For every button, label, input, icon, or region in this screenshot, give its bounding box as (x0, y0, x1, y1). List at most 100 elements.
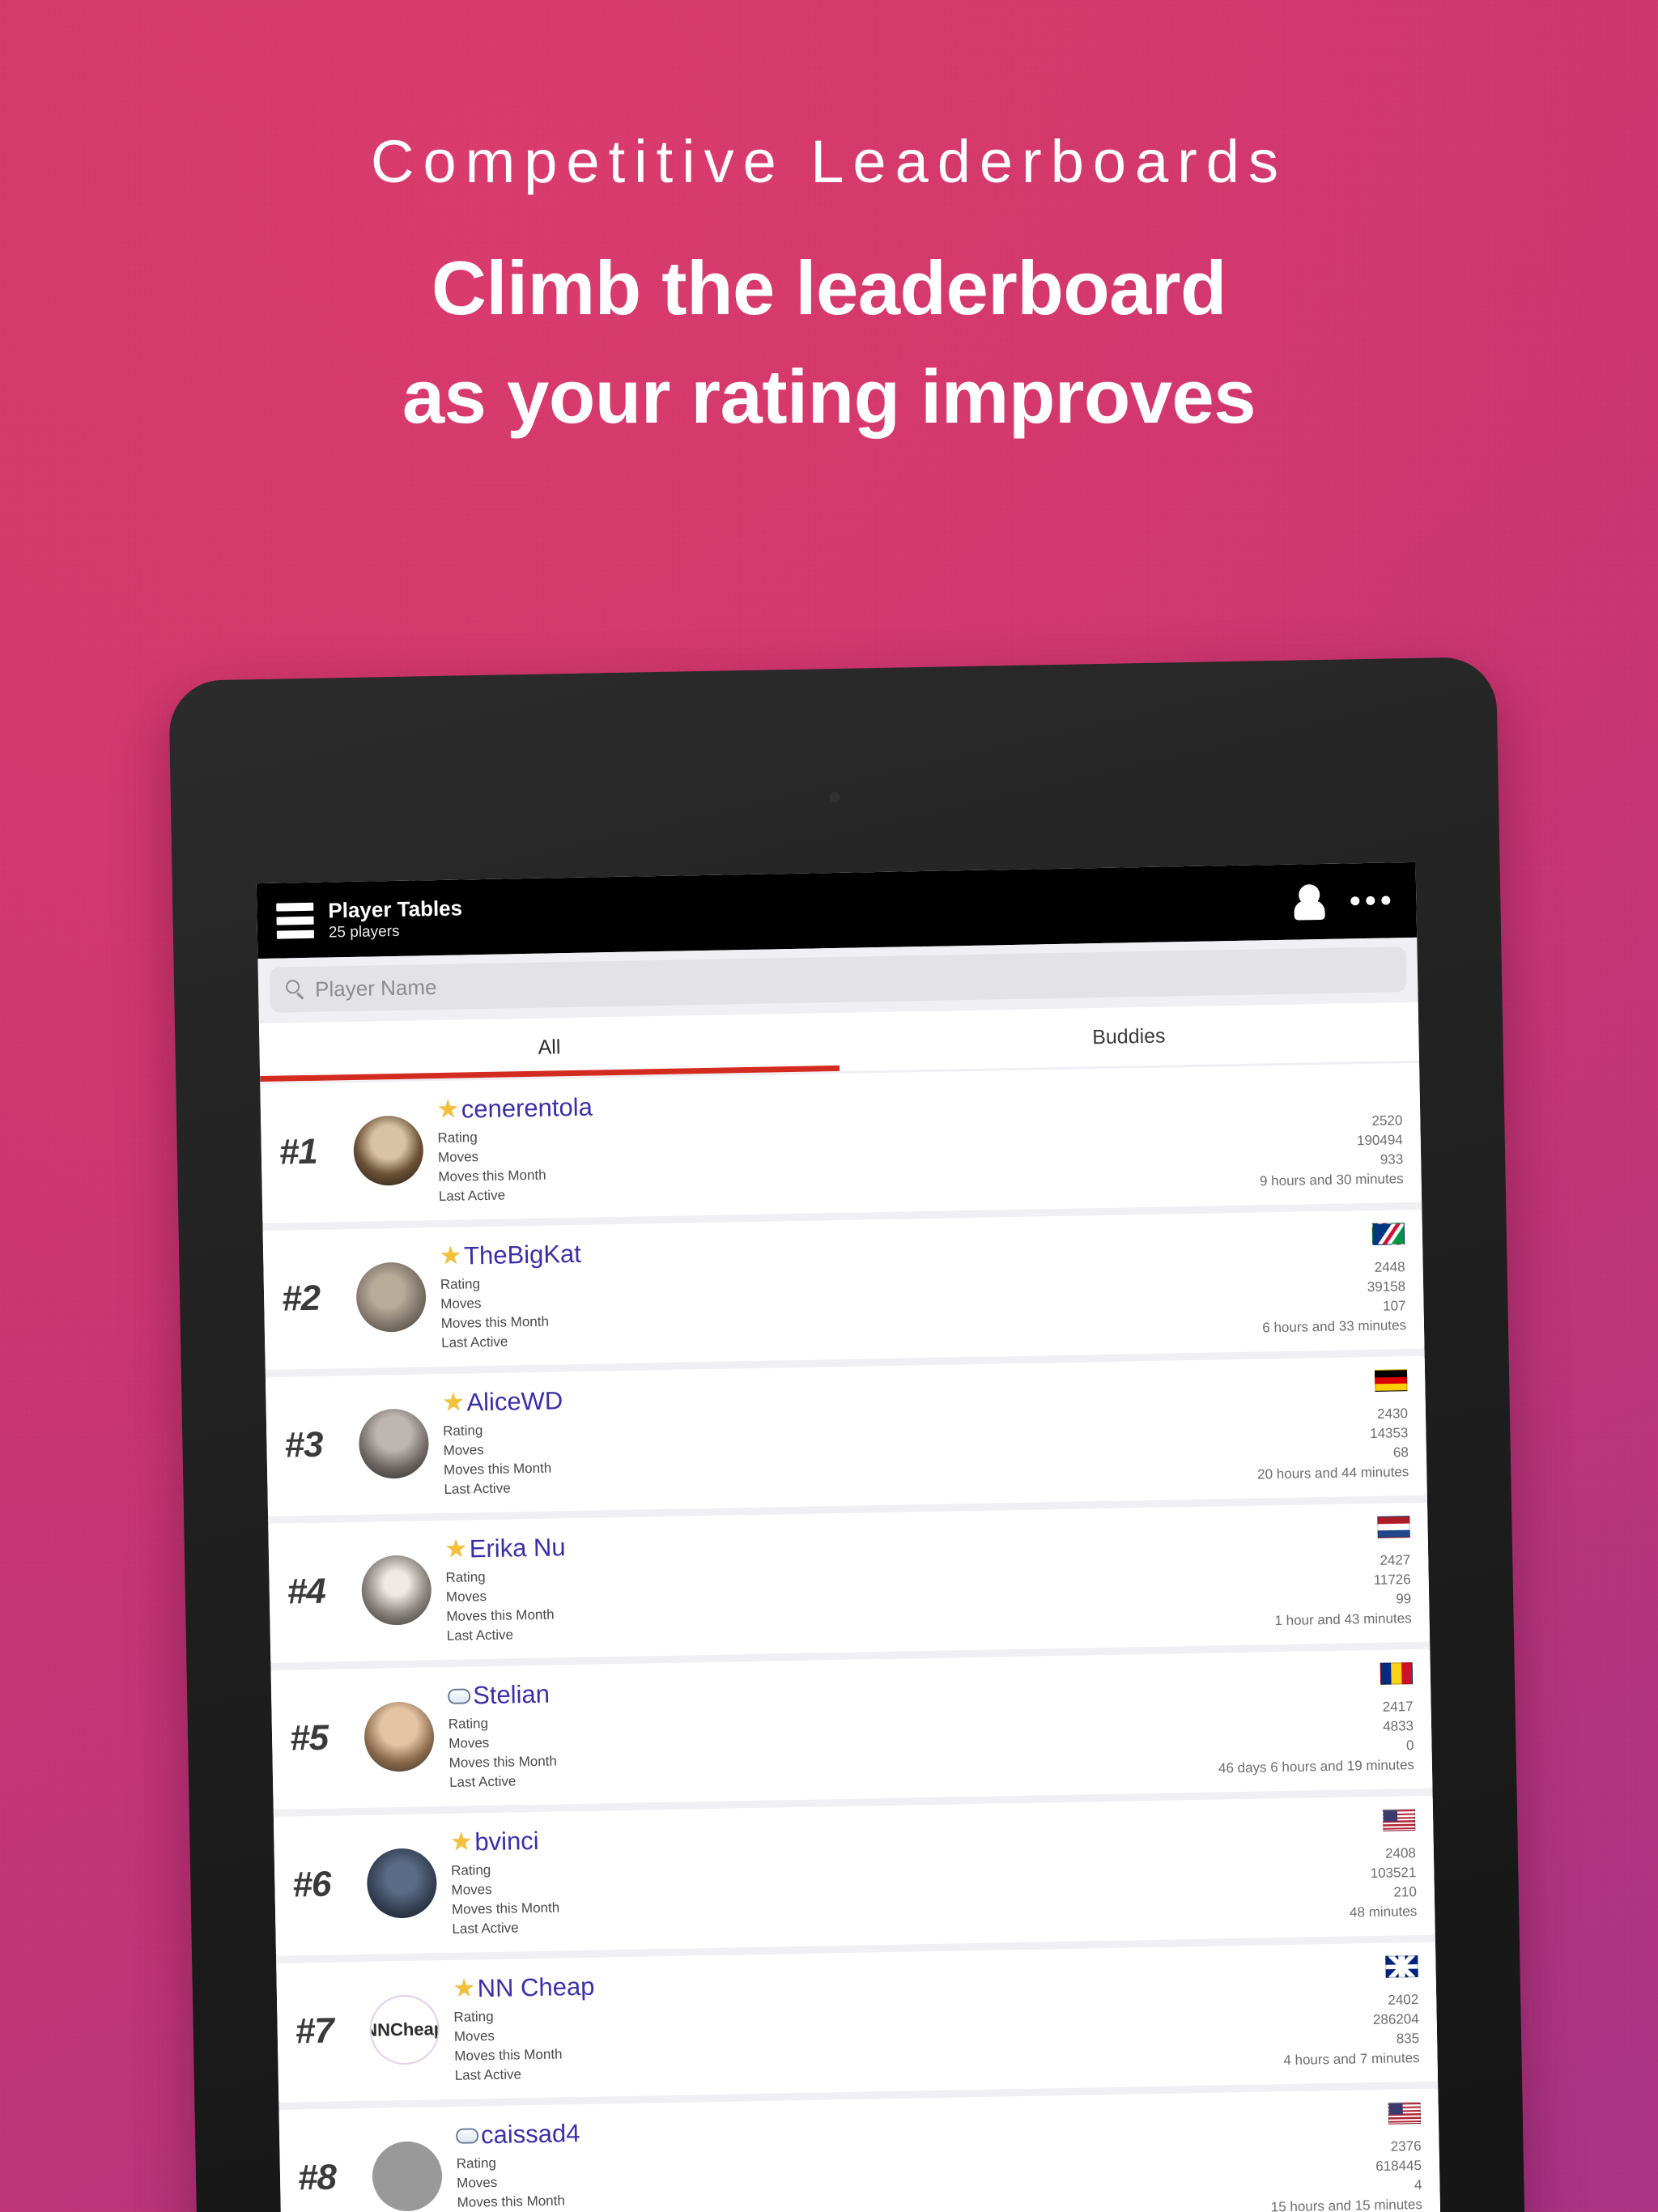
player-rank: #8 (297, 2157, 337, 2198)
stat-label: Moves (449, 1734, 490, 1751)
table-row[interactable]: #8 caissad4 Rating 2376 Moves 618445 Moves thi… (278, 2088, 1441, 2212)
player-name[interactable]: cenerentola (461, 1093, 593, 1125)
avatar[interactable] (358, 1408, 430, 1479)
player-rank: #3 (284, 1424, 323, 1465)
person-icon[interactable] (1290, 882, 1329, 921)
player-info: ★ cenerentola Rating 2520 Moves 190494 Moves t… (437, 1076, 1404, 1205)
tab-buddies[interactable]: Buddies (839, 1002, 1419, 1071)
stat-value: 2402 (1388, 1992, 1419, 2008)
stat-value: 68 (1392, 1444, 1409, 1461)
country-flag-icon (1377, 1516, 1410, 1538)
avatar[interactable] (360, 1555, 432, 1626)
stat-value: 190494 (1356, 1132, 1403, 1149)
stat-label: Last Active (449, 1773, 517, 1790)
stat-value: 0 (1405, 1738, 1414, 1754)
country-flag-icon (1388, 2101, 1422, 2125)
stat-label: Rating (450, 1861, 491, 1878)
hamburger-menu-icon[interactable] (276, 902, 314, 939)
stat-value: 107 (1382, 1298, 1406, 1314)
stat-value: 1 hour and 43 minutes (1274, 1610, 1412, 1629)
search-input[interactable]: Player Name (269, 946, 1407, 1013)
player-rank: #4 (287, 1571, 326, 1612)
stat-label: Last Active (441, 1334, 508, 1351)
country-flag-icon (1374, 1369, 1408, 1392)
stat-value: 2376 (1390, 2138, 1422, 2155)
player-info: ★ AliceWD Rating 2430 Moves 14353 Moves this M… (442, 1369, 1409, 1498)
player-name[interactable]: AliceWD (466, 1386, 563, 1417)
table-row[interactable]: #1 ★ cenerentola Rating 2520 Moves 190494 Moves… (260, 1062, 1422, 1224)
avatar[interactable] (366, 1848, 438, 1919)
table-row[interactable]: #2 ★ TheBigKat Rating 2448 Moves 39158 Moves th… (262, 1209, 1425, 1370)
stat-label: Last Active (454, 2066, 522, 2083)
player-name[interactable]: Erika Nu (469, 1533, 566, 1563)
stat-label: Moves this Month (438, 1167, 546, 1185)
player-stats: Rating2376Moves618445Moves this Month4La… (457, 2138, 1422, 2212)
player-info: ★ bvinci Rating 2408 Moves 103521 Moves this M… (450, 1809, 1417, 1938)
avatar[interactable] (372, 2141, 443, 2212)
promo-headline-line-2: as your rating improves (402, 354, 1256, 440)
stat-value: 2417 (1382, 1699, 1414, 1715)
avatar[interactable] (355, 1261, 427, 1333)
stat-label: Moves this Month (457, 2193, 566, 2210)
player-rank: #5 (289, 1717, 329, 1759)
stat-value: 4 (1414, 2176, 1422, 2193)
player-name[interactable]: caissad4 (481, 2119, 580, 2150)
stat-value: 15 hours and 15 minutes (1270, 2196, 1423, 2212)
player-name[interactable]: NN Cheap (477, 1972, 594, 2004)
stat-value: 11726 (1373, 1572, 1411, 1588)
stat-value: 286204 (1372, 2011, 1419, 2028)
stat-label: Moves (451, 1881, 492, 1898)
stat-label: Rating (456, 2155, 497, 2172)
player-name[interactable]: Stelian (473, 1680, 550, 1711)
player-stats: Rating 2402 Moves 286204 Moves this Month 835… (453, 1992, 1419, 2084)
star-badge-icon: ★ (436, 1095, 460, 1124)
stat-value: 39158 (1367, 1278, 1406, 1295)
table-row[interactable]: #5 Stelian Rating 2417 Moves 4833 Moves this M… (270, 1648, 1433, 1810)
avatar[interactable]: NN Cheap (368, 1994, 440, 2065)
player-list: #1 ★ cenerentola Rating 2520 Moves 190494 Moves… (260, 1060, 1443, 2212)
star-badge-icon: ★ (439, 1242, 462, 1270)
stat-value: 933 (1380, 1151, 1404, 1168)
app-header-actions (1290, 881, 1391, 921)
stat-label: Rating (448, 1716, 489, 1732)
player-stats: Rating 2417 Moves 4833 Moves this Month 0 Last… (449, 1699, 1414, 1791)
stat-label: Moves this Month (454, 2046, 563, 2064)
search-icon (285, 980, 305, 1000)
stat-value: 48 minutes (1349, 1904, 1418, 1921)
player-info: ★ NN Cheap Rating 2402 Moves 286204 Moves this… (453, 1955, 1419, 2084)
stat-value: 2430 (1376, 1406, 1409, 1422)
stat-label: Moves this Month (449, 1753, 558, 1771)
stat-label: Moves (437, 1149, 479, 1166)
stat-value: 210 (1393, 1884, 1417, 1900)
table-row[interactable]: #3 ★ AliceWD Rating 2430 Moves 14353 Moves this… (265, 1355, 1427, 1516)
star-badge-icon: ★ (442, 1389, 465, 1416)
stat-label: Moves this Month (446, 1606, 555, 1624)
avatar[interactable] (363, 1701, 435, 1772)
stat-label: Moves (453, 2027, 495, 2044)
stat-label: Rating (453, 2008, 494, 2025)
player-name[interactable]: bvinci (474, 1827, 539, 1857)
player-name[interactable]: TheBigKat (464, 1240, 581, 1271)
stat-value: 20 hours and 44 minutes (1257, 1464, 1409, 1482)
stat-value: 2427 (1380, 1552, 1411, 1568)
table-row[interactable]: #4 ★ Erika Nu Rating 2427 Moves 11726 Moves thi… (268, 1502, 1431, 1663)
more-options-icon[interactable] (1350, 895, 1391, 906)
stat-value: 835 (1396, 2030, 1420, 2047)
stat-label: Moves (445, 1589, 487, 1605)
table-row[interactable]: #7 NN Cheap ★ NN Cheap Rating 2402 Moves 286204 M… (276, 1942, 1439, 2103)
avatar[interactable] (353, 1115, 424, 1186)
player-stats: Rating 2408 Moves 103521 Moves this Month 210… (451, 1845, 1417, 1938)
player-rank: #7 (295, 2010, 334, 2052)
table-row[interactable]: #6 ★ bvinci Rating 2408 Moves 103521 Moves this… (273, 1795, 1435, 1956)
stat-value: 9 hours and 30 minutes (1259, 1171, 1404, 1189)
stat-label: Moves this Month (440, 1313, 550, 1331)
promo-headline-block: Competitive Leaderboards Climb the leade… (0, 0, 1658, 452)
player-stats: Rating 2448 Moves 39158 Moves this Month 107 L… (440, 1259, 1406, 1351)
stat-label: Rating (445, 1569, 486, 1585)
country-flag-icon (1385, 1955, 1418, 1978)
star-badge-icon: ★ (453, 1975, 476, 2002)
stat-value: 4 hours and 7 minutes (1283, 2049, 1420, 2069)
oval-badge-icon (455, 2127, 479, 2144)
promo-headline-line-1: Climb the leaderboard (432, 245, 1226, 330)
stat-value: 618445 (1375, 2157, 1422, 2175)
